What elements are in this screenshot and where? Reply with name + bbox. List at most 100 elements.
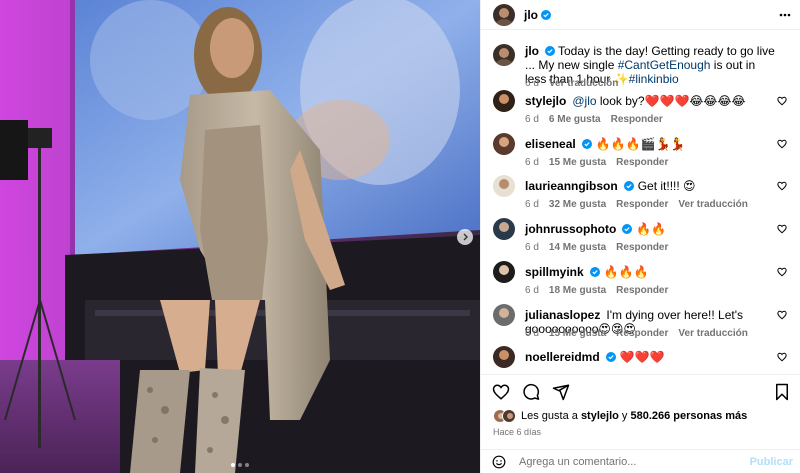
comment-item: johnrussophoto 🔥🔥 6 d 14 Me gusta Responder <box>493 218 793 258</box>
heart-icon[interactable] <box>492 383 510 401</box>
heart-icon[interactable] <box>777 139 787 149</box>
comment-time[interactable]: 6 d <box>525 157 539 168</box>
carousel-dot <box>238 463 242 467</box>
comment-time[interactable]: 6 d <box>525 242 539 253</box>
heart-icon[interactable] <box>777 267 787 277</box>
comment-username[interactable]: laurieanngibson <box>525 179 618 193</box>
comment-username[interactable]: julianaslopez <box>525 308 600 322</box>
likes-count[interactable]: 580.266 personas más <box>630 410 747 422</box>
verified-icon <box>605 352 616 362</box>
heart-icon[interactable] <box>777 181 787 191</box>
comment-time[interactable]: 6 d <box>525 114 539 125</box>
likes-text[interactable]: Les gusta a stylejlo y 580.266 personas … <box>521 410 747 422</box>
heart-icon[interactable] <box>777 224 787 234</box>
likes-middle: y <box>618 410 631 422</box>
comment-body: 🔥🔥🔥🎬💃💃 <box>595 137 686 151</box>
comment-likes[interactable]: 15 Me gusta <box>549 328 606 339</box>
comment-item: laurieanngibson Get it!!!! 😍 6 d 32 Me gust… <box>493 175 793 215</box>
publish-button[interactable]: Publicar <box>750 456 793 468</box>
comment-text: johnrussophoto 🔥🔥 <box>525 222 775 236</box>
comment-icon[interactable] <box>522 383 540 401</box>
emoji-icon[interactable] <box>492 455 506 469</box>
caption-username[interactable]: jlo <box>525 44 539 58</box>
heart-icon[interactable] <box>777 96 787 106</box>
comment-time[interactable]: 6 d <box>525 199 539 210</box>
likes-summary: Les gusta a stylejlo y 580.266 personas … <box>493 409 747 423</box>
commenter-avatar[interactable] <box>493 261 515 283</box>
comment-input[interactable] <box>519 453 749 471</box>
carousel-dot <box>231 463 235 467</box>
reply-button[interactable]: Responder <box>616 157 668 168</box>
comments-list[interactable]: jlo Today is the day! Getting ready to go… <box>481 38 800 372</box>
carousel-next-button[interactable] <box>457 229 473 245</box>
author-avatar[interactable] <box>493 44 515 66</box>
reply-button[interactable]: Responder <box>616 199 668 210</box>
post-date[interactable]: Hace 6 días <box>493 427 541 437</box>
commenter-avatar[interactable] <box>493 218 515 240</box>
likes-user[interactable]: stylejlo <box>581 410 619 422</box>
comment-meta: 6 d 15 Me gusta Responder <box>525 157 678 168</box>
heart-icon[interactable] <box>777 310 787 320</box>
comment-time[interactable]: 6 d <box>525 328 539 339</box>
comment-text: spillmyink 🔥🔥🔥 <box>525 265 775 279</box>
translate-button[interactable]: Ver traducción <box>549 78 618 89</box>
reply-button[interactable]: Responder <box>616 242 668 253</box>
comment-likes[interactable]: 18 Me gusta <box>549 285 606 296</box>
likes-prefix: Les gusta a <box>521 410 581 422</box>
comment-body: ❤️❤️❤️ <box>619 350 665 364</box>
comment-meta: 6 d 15 Me gusta Responder Ver traducción <box>525 328 758 339</box>
commenter-avatar[interactable] <box>493 346 515 368</box>
comment-time[interactable]: 6 d <box>525 285 539 296</box>
comment-username[interactable]: stylejlo <box>525 94 566 108</box>
bookmark-icon[interactable] <box>774 383 790 401</box>
comment-username[interactable]: spillmyink <box>525 265 584 279</box>
comment-item: stylejlo @jlo look by?❤️❤️❤️😂😂😂😂 6 d 6 Me g… <box>493 90 793 130</box>
comment-username[interactable]: noellereidmd <box>525 350 600 364</box>
comment-text: laurieanngibson Get it!!!! 😍 <box>525 179 775 193</box>
post-side-panel: jlo jlo Today is the day! Getting ready t… <box>480 0 800 473</box>
post-media[interactable] <box>0 0 480 473</box>
comment-username[interactable]: johnrussophoto <box>525 222 616 236</box>
comment-item: julianaslopez I'm dying over here!! Let's… <box>493 304 793 344</box>
comment-likes[interactable]: 32 Me gusta <box>549 199 606 210</box>
reply-button[interactable]: Responder <box>616 285 668 296</box>
carousel-indicator <box>0 463 480 467</box>
author-username[interactable]: jlo <box>524 8 538 22</box>
carousel-dot <box>245 463 249 467</box>
commenter-avatar[interactable] <box>493 133 515 155</box>
commenter-avatar[interactable] <box>493 90 515 112</box>
hashtag-link[interactable]: #linkinbio <box>629 72 679 86</box>
mention-link[interactable]: @jlo <box>572 94 596 108</box>
reply-button[interactable]: Responder <box>616 328 668 339</box>
more-icon[interactable] <box>778 8 792 22</box>
author-avatar[interactable] <box>493 3 515 26</box>
comment-item: spillmyink 🔥🔥🔥 6 d 18 Me gusta Responder <box>493 261 793 301</box>
comment-meta: 6 d 6 Me gusta Responder <box>525 114 673 125</box>
translate-button[interactable]: Ver traducción <box>678 328 747 339</box>
comment-likes[interactable]: 6 Me gusta <box>549 114 601 125</box>
comment-meta: 6 d 32 Me gusta Responder Ver traducción <box>525 199 758 210</box>
share-icon[interactable] <box>552 383 570 401</box>
verified-icon <box>589 267 600 277</box>
hashtag-link[interactable]: #CantGetEnough <box>618 58 711 72</box>
post-modal: jlo jlo Today is the day! Getting ready t… <box>0 0 800 473</box>
comment-body: 🔥🔥🔥 <box>603 265 649 279</box>
heart-icon[interactable] <box>777 352 787 362</box>
commenter-avatar[interactable] <box>493 175 515 197</box>
comment-likes[interactable]: 15 Me gusta <box>549 157 606 168</box>
translate-button[interactable]: Ver traducción <box>678 199 747 210</box>
commenter-avatar[interactable] <box>493 304 515 326</box>
comment-meta: 6 d 18 Me gusta Responder <box>525 285 678 296</box>
verified-icon <box>545 46 555 56</box>
comment-likes[interactable]: 14 Me gusta <box>549 242 606 253</box>
caption-meta: 6 d Ver traducción <box>525 78 628 89</box>
comment-body: look by?❤️❤️❤️😂😂😂😂 <box>596 94 746 108</box>
verified-icon <box>581 139 592 149</box>
comment-username[interactable]: eliseneal <box>525 137 576 151</box>
reply-button[interactable]: Responder <box>611 114 663 125</box>
comment-text: stylejlo @jlo look by?❤️❤️❤️😂😂😂😂 <box>525 94 775 108</box>
liker-avatar <box>502 409 516 423</box>
verified-icon <box>541 9 551 20</box>
caption-time[interactable]: 6 d <box>525 78 539 89</box>
comment-item: eliseneal 🔥🔥🔥🎬💃💃 6 d 15 Me gusta Responder <box>493 133 793 173</box>
